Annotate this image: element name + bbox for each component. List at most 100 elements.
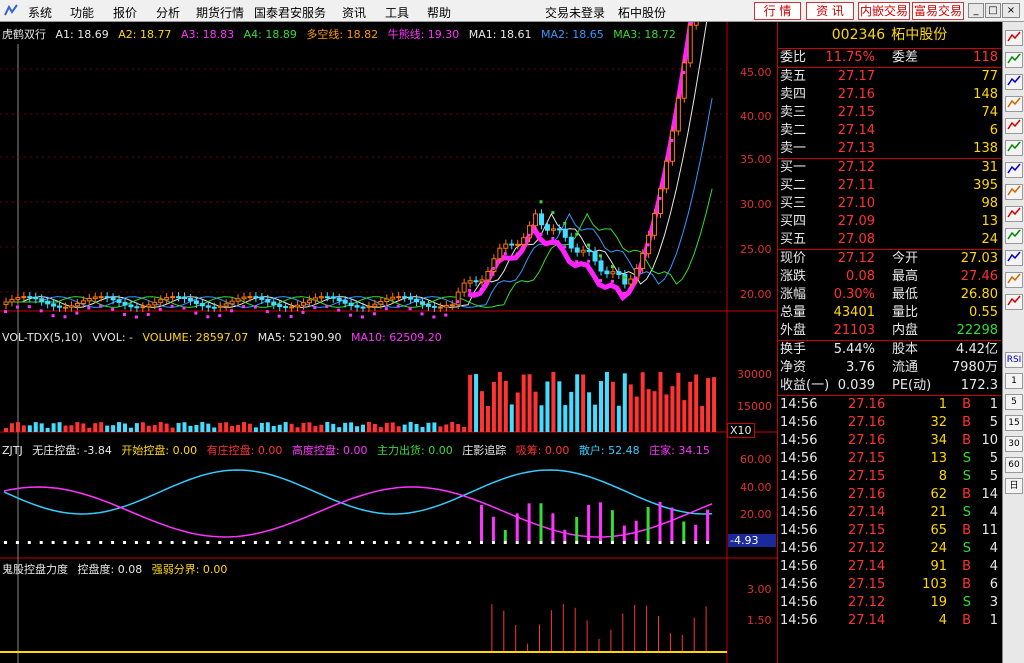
candle-icon[interactable]: [1005, 118, 1023, 134]
fundamental-stats: 换手 5.44% 股本 4.42亿 净资 3.76 流通 7980万 收益(一) 0.039 PE(…: [778, 341, 1001, 395]
period-button-60[interactable]: 60: [1005, 457, 1023, 473]
candle-body: [176, 296, 182, 299]
menu-quote[interactable]: 报价: [113, 4, 137, 21]
niuxiong-dot: [408, 307, 412, 311]
tick-list[interactable]: 14:56 27.16 1 B 1 14:56 27.16 32 B 5 14:56 27.16 34 B…: [778, 396, 1001, 630]
candle-body: [45, 300, 51, 305]
bid-label: 买二: [780, 178, 807, 193]
niuxiong-dot: [123, 313, 126, 317]
f10-icon[interactable]: [1005, 184, 1023, 200]
volume-bar: [21, 425, 26, 432]
volume-bar: [420, 426, 425, 432]
period-button-30[interactable]: 30: [1005, 436, 1023, 452]
window-icon[interactable]: [1005, 206, 1023, 222]
niuxiong-dot: [372, 312, 376, 316]
volume-bar: [27, 425, 32, 432]
line-icon[interactable]: [1005, 74, 1023, 90]
trend-icon[interactable]: [1005, 140, 1023, 156]
volume-bar: [75, 422, 80, 432]
tick-price: 27.15: [848, 469, 886, 484]
bar-icon[interactable]: [1005, 96, 1023, 112]
news-button[interactable]: 资 讯: [806, 2, 854, 20]
candle-body: [515, 243, 521, 246]
period-button-15[interactable]: 15: [1005, 415, 1023, 431]
tick-volume: 62: [930, 487, 947, 502]
candle-body: [122, 301, 128, 306]
candle-body: [658, 188, 663, 215]
zjtj-absorb: 吸筹: 0.00: [515, 444, 570, 457]
niuxiong-dot: [313, 305, 317, 309]
niuxiong-dot: [361, 315, 364, 319]
baseline-marker: [349, 541, 353, 544]
ask-row: 卖二 27.14 6: [778, 122, 1001, 140]
volume-bar: [545, 381, 550, 432]
period-button-5[interactable]: 5: [1005, 394, 1023, 410]
menu-help[interactable]: 帮助: [427, 4, 451, 21]
candle-body: [604, 270, 610, 275]
menu-futures[interactable]: 期货行情: [196, 4, 244, 21]
control-bar: [563, 529, 567, 542]
zoom-icon[interactable]: [1005, 294, 1023, 310]
volume-bar: [432, 422, 437, 432]
candle-body: [306, 299, 312, 304]
embedded-trade-button[interactable]: 内嵌交易: [858, 2, 910, 20]
close-icon[interactable]: ×: [1002, 3, 1020, 18]
grid-icon[interactable]: [1005, 250, 1023, 266]
fundamental-value: 5.44%: [833, 342, 875, 357]
candle-body: [146, 304, 152, 308]
baseline-marker: [384, 541, 388, 544]
tick-count: 6: [989, 577, 998, 592]
ask-volume: 6: [989, 123, 998, 138]
candle-body: [289, 306, 295, 309]
candle-body: [140, 306, 146, 309]
stat-value: 0.08: [846, 269, 875, 284]
kline-icon[interactable]: [1005, 52, 1023, 68]
volume-bar: [105, 425, 110, 432]
fuyi-trade-button[interactable]: 富易交易: [912, 2, 964, 20]
minimize-icon[interactable]: _: [968, 3, 984, 18]
index-icon[interactable]: [1005, 162, 1023, 178]
maximize-icon[interactable]: □: [985, 3, 1001, 18]
chart-area[interactable]: 虎鹤双行 A1: 18.69 A2: 18.77 A3: 18.83 A4: 1…: [0, 22, 777, 663]
commission-ratio-row: 委比 11.75% 委差 118: [778, 49, 1001, 67]
menu-analysis[interactable]: 分析: [156, 4, 180, 21]
ask-label: 卖二: [780, 123, 807, 138]
layout-icon[interactable]: [1005, 228, 1023, 244]
candle-body: [384, 298, 390, 303]
baseline-marker: [15, 541, 19, 544]
candle-body: [205, 305, 211, 308]
chart-type-icon[interactable]: [1005, 30, 1023, 46]
volume-bar: [700, 406, 705, 432]
volume-bar: [99, 422, 104, 432]
period-button-1[interactable]: 1: [1005, 373, 1023, 389]
niuxiong-dot: [230, 309, 234, 313]
tick-volume: 4: [938, 613, 947, 628]
zjtj-haszhuang: 有庄控盘: 0.00: [206, 444, 283, 457]
baseline-marker: [99, 541, 103, 544]
volume-bar: [331, 423, 336, 432]
trade-login-status[interactable]: 交易未登录: [545, 4, 605, 21]
menu-system[interactable]: 系统: [28, 4, 52, 21]
menu-gtja-service[interactable]: 国泰君安服务: [254, 4, 326, 21]
niuxiong-dot: [158, 307, 162, 311]
header-stock-name: 柘中股份: [618, 6, 667, 20]
period-button-日[interactable]: 日: [1005, 478, 1023, 494]
fundamental-label: 流通: [892, 360, 919, 375]
menu-function[interactable]: 功能: [70, 4, 94, 21]
commission-diff-value: 118: [973, 50, 998, 65]
niuxiong-dot: [242, 305, 245, 309]
niuxiong-dot: [610, 279, 614, 283]
tick-side: S: [962, 505, 971, 520]
volume-bar: [313, 426, 318, 432]
ask-book: 卖五 27.17 77 卖四 27.16 148 卖三 27.15 74 卖二 27.14 6 卖一 27…: [778, 68, 1001, 158]
volume-bar: [206, 423, 211, 432]
menu-tools[interactable]: 工具: [385, 4, 409, 21]
bid-price: 27.11: [837, 178, 875, 193]
volume-bar: [170, 427, 175, 432]
period-button-RSI[interactable]: RSI: [1005, 352, 1023, 368]
quote-button[interactable]: 行 情: [754, 2, 801, 20]
menu-news[interactable]: 资讯: [342, 4, 366, 21]
candle-body: [33, 296, 39, 300]
compare-icon[interactable]: [1005, 272, 1023, 288]
volume-bar: [337, 427, 342, 432]
